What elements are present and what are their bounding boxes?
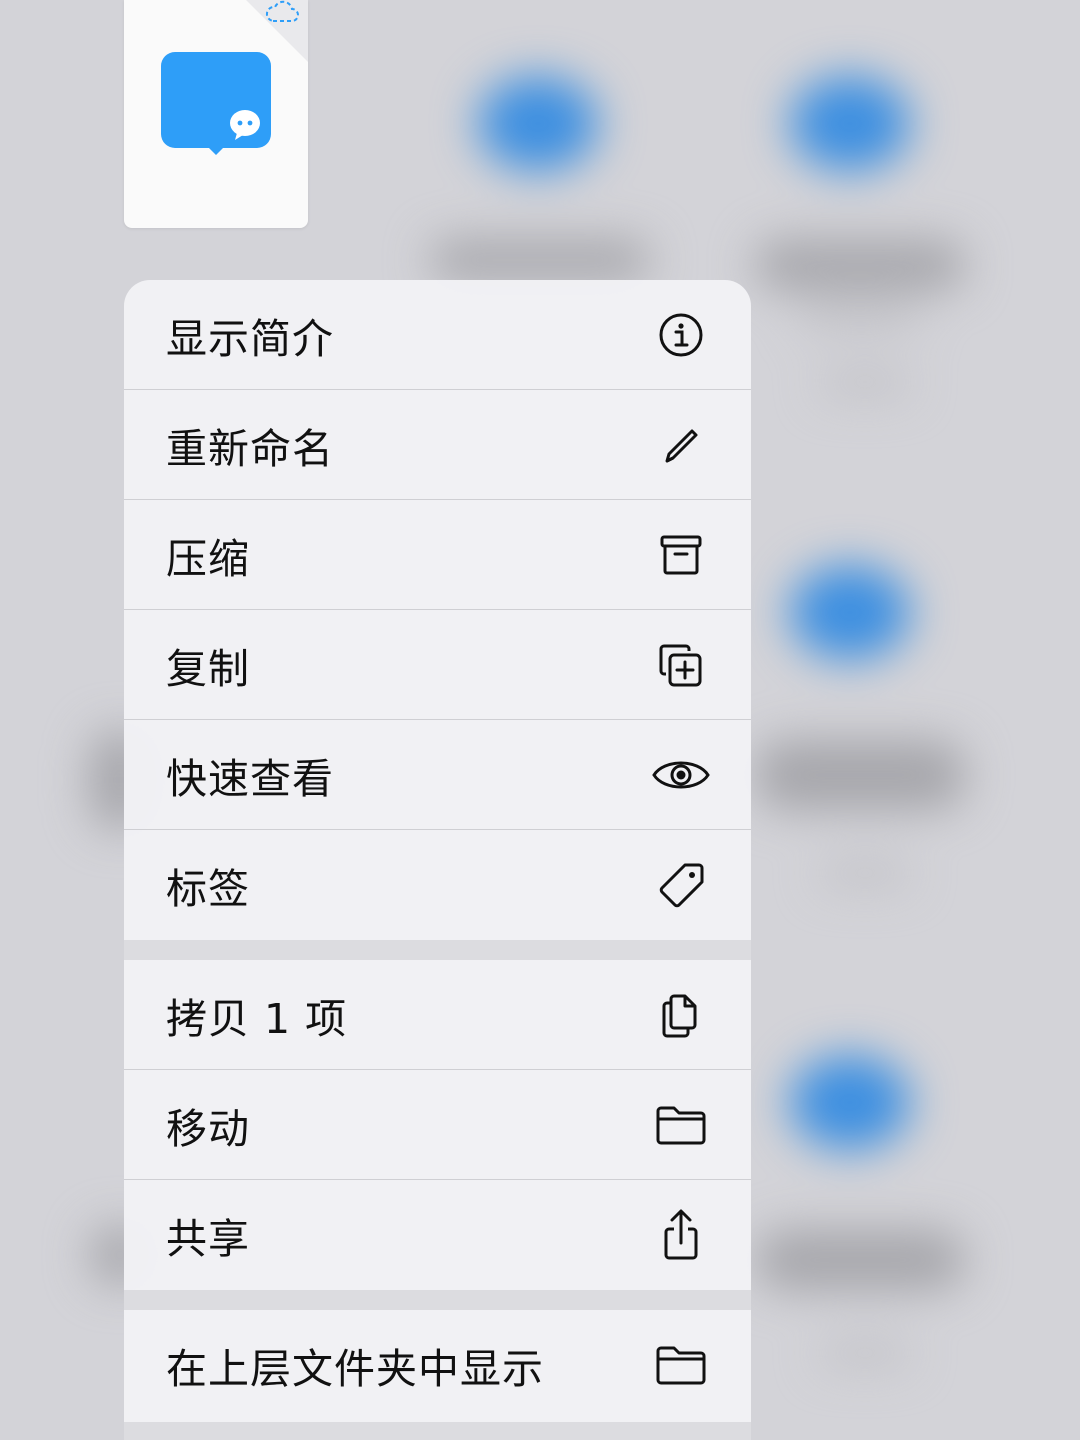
menu-item-move[interactable]: 移动	[124, 1070, 751, 1180]
menu-item-copy[interactable]: 拷贝 1 项	[124, 960, 751, 1070]
menu-item-label: 移动	[166, 1104, 250, 1153]
folder-icon	[652, 1097, 710, 1153]
menu-item-show-in-enclosing-folder[interactable]: 在上层文件夹中显示	[124, 1310, 751, 1420]
duplicate-plus-icon	[652, 637, 710, 693]
menu-item-share[interactable]: 共享	[124, 1180, 751, 1290]
info-circle-icon	[652, 307, 710, 363]
copy-documents-icon	[652, 987, 710, 1043]
tag-icon	[652, 857, 710, 913]
blurred-file-name	[755, 240, 965, 290]
blurred-file-meta	[820, 860, 910, 886]
menu-item-rename[interactable]: 重新命名	[124, 390, 751, 500]
chat-bubble-app-icon	[161, 52, 271, 156]
menu-separator	[124, 940, 751, 960]
menu-item-label: 重新命名	[166, 424, 334, 473]
menu-item-compress[interactable]: 压缩	[124, 500, 751, 610]
cloud-download-icon	[264, 0, 300, 24]
folder-icon	[652, 1337, 710, 1393]
context-menu: 显示简介 重新命名 压缩 复制 快速查看 标签 拷贝 1 项 移动 共享 在上层…	[124, 280, 751, 1440]
pencil-icon	[652, 417, 710, 473]
blurred-file-icon	[790, 1055, 910, 1150]
menu-item-quick-look[interactable]: 快速查看	[124, 720, 751, 830]
menu-item-label: 标签	[166, 865, 250, 913]
blurred-file-icon	[790, 565, 910, 660]
menu-item-label: 拷贝 1 项	[166, 994, 348, 1043]
menu-item-label: 复制	[166, 644, 250, 693]
menu-item-label: 共享	[166, 1215, 250, 1263]
menu-item-label: 显示简介	[166, 314, 334, 363]
menu-item-get-info[interactable]: 显示简介	[124, 280, 751, 390]
blurred-file-meta	[800, 300, 920, 330]
blurred-file-name	[430, 240, 650, 280]
blurred-file-meta	[820, 370, 910, 396]
menu-separator	[124, 1290, 751, 1310]
eye-icon	[652, 747, 710, 803]
blurred-file-name	[755, 1230, 965, 1290]
menu-bottom-edge	[124, 1422, 751, 1440]
blurred-file-name	[755, 740, 965, 810]
blurred-file-icon	[478, 76, 598, 171]
file-preview[interactable]	[124, 0, 308, 228]
share-icon	[652, 1207, 710, 1263]
menu-item-duplicate[interactable]: 复制	[124, 610, 751, 720]
menu-item-label: 快速查看	[166, 754, 334, 803]
menu-item-label: 压缩	[166, 534, 250, 583]
blurred-file-icon	[790, 76, 910, 171]
menu-item-tags[interactable]: 标签	[124, 830, 751, 940]
menu-item-label: 在上层文件夹中显示	[166, 1345, 544, 1393]
archive-box-icon	[652, 527, 710, 583]
blurred-file-meta	[820, 1340, 910, 1366]
